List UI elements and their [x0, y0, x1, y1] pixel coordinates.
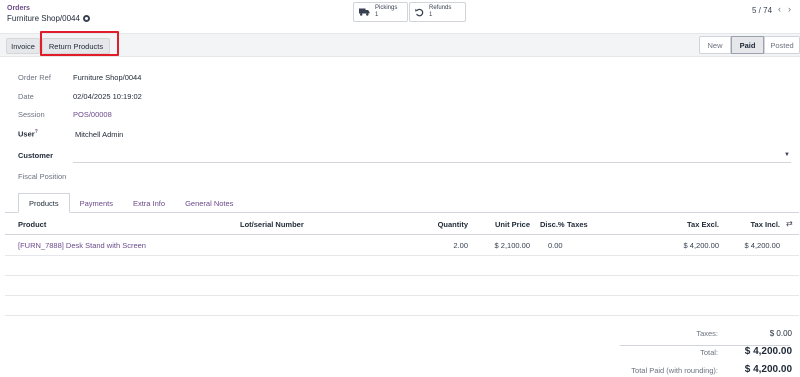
column-settings-icon[interactable]: ⇄ — [786, 219, 793, 228]
row-unit-price[interactable]: $ 2,100.00 — [480, 241, 530, 250]
tab-payments[interactable]: Payments — [70, 193, 123, 213]
status-bar: Invoice Return Products — [0, 33, 800, 57]
return-products-button[interactable]: Return Products — [42, 38, 110, 54]
row-product[interactable]: [FURN_7888] Desk Stand with Screen — [18, 241, 146, 250]
breadcrumb-parent[interactable]: Orders — [7, 5, 30, 12]
truck-icon — [359, 8, 370, 16]
row-discount[interactable]: 0.00 — [548, 241, 563, 250]
total-value: $ 4,200.00 — [744, 346, 792, 357]
taxes-total-label: Taxes: — [696, 329, 718, 338]
tab-extra-info[interactable]: Extra Info — [123, 193, 175, 213]
user-label: User? — [18, 129, 38, 139]
customer-label: Customer — [18, 151, 54, 160]
date-label: Date — [18, 92, 34, 101]
help-tooltip-icon[interactable]: ? — [35, 129, 38, 135]
user-field[interactable]: Mitchell Admin — [75, 130, 123, 139]
gear-icon[interactable] — [82, 15, 90, 22]
breadcrumb-current: Furniture Shop/0044 — [7, 14, 90, 23]
date-value: 02/04/2025 10:19:02 — [73, 92, 142, 101]
notebook-tabs: Products Payments Extra Info General Not… — [18, 193, 243, 213]
tab-general-notes[interactable]: General Notes — [175, 193, 243, 213]
column-header-tax-incl[interactable]: Tax Incl. — [730, 220, 780, 229]
column-header-tax-excl[interactable]: Tax Excl. — [660, 220, 719, 229]
table-row-divider — [5, 275, 799, 276]
refunds-count: 1 — [429, 12, 433, 18]
table-header-divider — [5, 234, 799, 235]
table-row-divider — [5, 295, 799, 296]
total-paid-label: Total Paid (with rounding): — [631, 366, 718, 375]
tab-products[interactable]: Products — [18, 193, 70, 213]
table-row-divider — [5, 255, 799, 256]
customer-dropdown-icon[interactable]: ▼ — [784, 152, 790, 158]
fiscal-position-label: Fiscal Position — [18, 172, 67, 181]
control-panel: Orders Furniture Shop/0044 Pickings 1 Re… — [0, 0, 800, 32]
column-header-unit-price[interactable]: Unit Price — [480, 220, 530, 229]
column-header-lot[interactable]: Lot/serial Number — [240, 220, 304, 229]
invoice-button[interactable]: Invoice — [6, 38, 40, 54]
order-ref-value: Furniture Shop/0044 — [73, 73, 142, 82]
column-header-taxes[interactable]: Taxes — [567, 220, 588, 229]
total-paid-value: $ 4,200.00 — [744, 364, 792, 375]
stage-posted[interactable]: Posted — [764, 36, 800, 54]
refunds-label: Refunds — [429, 5, 452, 11]
pickings-label: Pickings — [375, 5, 398, 11]
status-stages: New Paid Posted — [699, 36, 800, 54]
stage-paid[interactable]: Paid — [731, 36, 764, 54]
order-ref-label: Order Ref — [18, 73, 51, 82]
pickings-count: 1 — [375, 12, 379, 18]
stage-new[interactable]: New — [699, 36, 731, 54]
row-quantity[interactable]: 2.00 — [420, 241, 468, 250]
pickings-smart-button[interactable]: Pickings 1 — [353, 2, 408, 22]
column-header-quantity[interactable]: Quantity — [420, 220, 468, 229]
user-label-text: User — [18, 129, 35, 139]
column-header-discount[interactable]: Disc.% — [540, 220, 565, 229]
pager-next-icon[interactable]: › — [788, 4, 791, 14]
column-header-product[interactable]: Product — [18, 220, 46, 229]
row-tax-incl: $ 4,200.00 — [744, 241, 780, 250]
breadcrumb-current-label: Furniture Shop/0044 — [7, 14, 80, 23]
table-row-divider — [5, 315, 799, 316]
refunds-smart-button[interactable]: Refunds 1 — [409, 2, 466, 22]
row-tax-excl: $ 4,200.00 — [683, 241, 719, 250]
undo-icon — [415, 8, 424, 16]
taxes-total-value: $ 0.00 — [769, 329, 792, 338]
customer-input[interactable] — [73, 162, 791, 163]
pager-value[interactable]: 5 / 74 — [752, 6, 772, 15]
session-link[interactable]: POS/00008 — [73, 110, 112, 119]
pager-previous-icon[interactable]: ‹ — [778, 4, 781, 14]
session-label: Session — [18, 110, 45, 119]
